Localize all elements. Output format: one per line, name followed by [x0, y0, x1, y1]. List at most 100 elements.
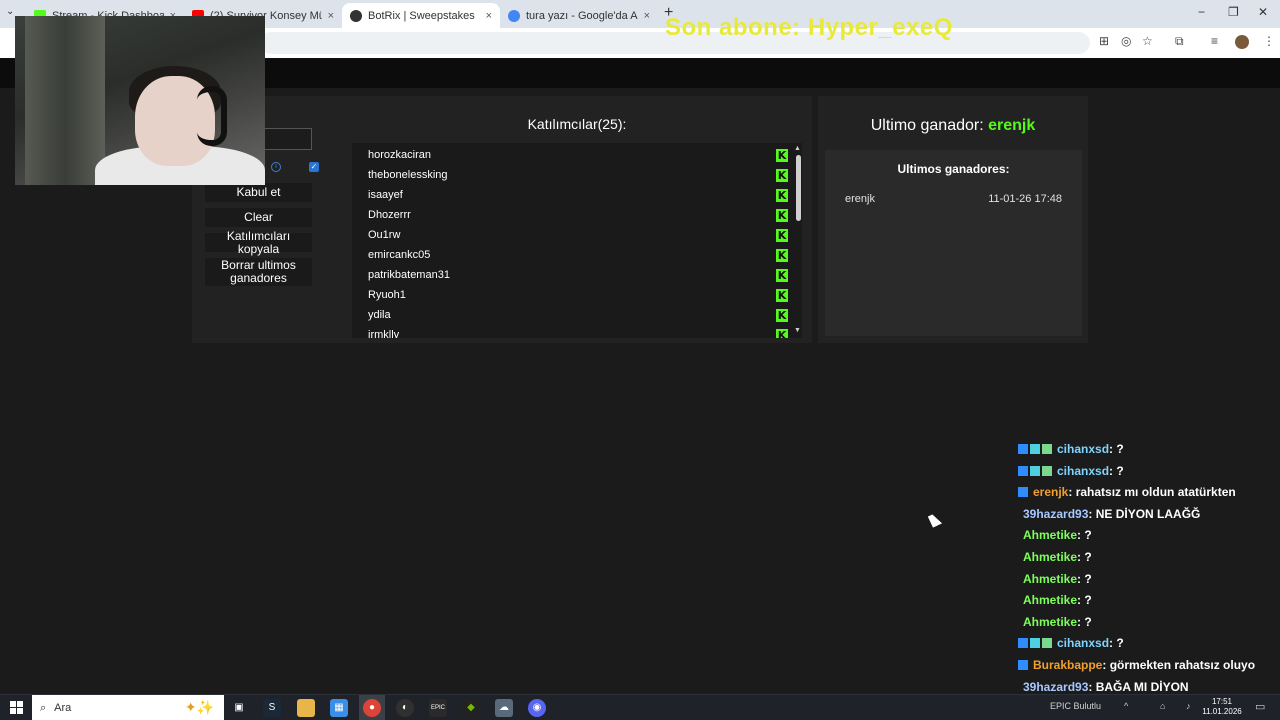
- volume-icon[interactable]: ♪: [1186, 701, 1191, 711]
- profile-avatar[interactable]: [1235, 35, 1249, 49]
- participant-name: emircankc05: [368, 249, 431, 261]
- chat-message: 39hazard93 : NE DİYON LAAĞĞ: [1018, 505, 1200, 523]
- last-subscriber-overlay: Son abone: Hyper_exeQ: [665, 14, 953, 41]
- participants-scrollbar[interactable]: [794, 143, 802, 338]
- copy-participants-button[interactable]: Katılımcıları kopyala: [205, 229, 312, 255]
- translate-icon[interactable]: ⊞: [1099, 34, 1109, 48]
- chat-username: Ahmetike: [1023, 614, 1078, 629]
- chat-message: cihanxsd : ?: [1018, 462, 1124, 480]
- clock-time: 17:51: [1211, 697, 1233, 706]
- accept-button[interactable]: Kabul et: [205, 183, 312, 202]
- tab-botrix[interactable]: BotRix | Sweepstakes ×: [342, 3, 500, 28]
- kick-platform-icon: K: [776, 228, 788, 242]
- participant-name: thebonelessking: [368, 169, 448, 181]
- participant-name: irmklly: [368, 329, 400, 338]
- bookmark-star-icon[interactable]: ☆: [1142, 34, 1153, 48]
- start-button[interactable]: [10, 701, 23, 714]
- tab-google[interactable]: tura yazı - Google'da Ara ×: [500, 3, 658, 28]
- last-winner-name: erenjk: [988, 117, 1036, 134]
- participants-list[interactable]: horozkaciran K thebonelessking K isaayef…: [352, 143, 802, 338]
- option-checkbox[interactable]: ✓: [309, 162, 319, 172]
- chat-message: 39hazard93 : BAĞA MI DİYON: [1018, 678, 1189, 696]
- epic-games-icon[interactable]: EPIC: [429, 699, 447, 717]
- chat-username: 39hazard93: [1023, 679, 1089, 694]
- scroll-down-arrow-icon[interactable]: ▼: [794, 327, 801, 334]
- kick-platform-icon: K: [776, 328, 788, 338]
- restore-button[interactable]: ❐: [1228, 5, 1239, 19]
- clear-button[interactable]: Clear: [205, 208, 312, 227]
- tab-label: tura yazı - Google'da Ara: [526, 9, 638, 22]
- chat-message: Ahmetike : ?: [1018, 548, 1092, 566]
- chat-message: Ahmetike : ?: [1018, 526, 1092, 544]
- chat-username: cihanxsd: [1057, 636, 1110, 651]
- extensions-icon[interactable]: ⧉: [1175, 34, 1184, 49]
- tab-close-icon[interactable]: ×: [644, 10, 650, 22]
- chat-text: : NE DİYON LAAĞĞ: [1088, 506, 1201, 521]
- last-winners-box: Ultimos ganadores: erenjk 11-01-26 17:48: [825, 150, 1082, 336]
- winner-row-name: erenjk: [845, 193, 875, 205]
- chrome-icon[interactable]: ●: [363, 699, 381, 717]
- discord-icon[interactable]: ◉: [528, 699, 546, 717]
- chat-text: : görmekten rahatsız oluyo: [1102, 658, 1256, 672]
- chat-text: : ?: [1109, 636, 1124, 651]
- search-icon: ⌕: [40, 701, 47, 714]
- nvidia-icon[interactable]: ◆: [462, 699, 480, 717]
- eye-off-icon[interactable]: ◎: [1121, 34, 1131, 48]
- store-icon[interactable]: ▦: [330, 699, 348, 717]
- kick-platform-icon: K: [776, 248, 788, 262]
- media-controls-icon[interactable]: ≡: [1211, 34, 1218, 48]
- app-icon[interactable]: ☁: [495, 699, 513, 717]
- participant-name: horozkaciran: [368, 149, 431, 161]
- scroll-up-arrow-icon[interactable]: ▲: [794, 145, 801, 152]
- network-icon[interactable]: ⌂: [1160, 701, 1165, 711]
- clear-last-winners-button[interactable]: Borrar ultimos ganadores: [205, 258, 312, 286]
- window-close-button[interactable]: ✕: [1258, 5, 1268, 19]
- menu-icon[interactable]: ⋮: [1263, 34, 1275, 48]
- participant-row: isaayef K: [368, 185, 788, 205]
- chat-badge-icon: [1042, 465, 1052, 476]
- keyword-input[interactable]: [262, 128, 312, 150]
- chat-username: erenjk: [1033, 485, 1069, 500]
- chat-text: : ?: [1077, 614, 1092, 629]
- minimize-button[interactable]: −: [1198, 5, 1205, 19]
- tab-close-icon[interactable]: ×: [328, 10, 334, 22]
- notifications-icon[interactable]: ▭: [1255, 700, 1265, 713]
- tray-weather-text[interactable]: EPIC Bulutlu: [1050, 701, 1101, 711]
- windows-taskbar: ⌕ Ara ✦✨ ▣ S ▦ ● ◐ EPIC ◆ ☁ ◉ EPIC Bulut…: [0, 694, 1280, 720]
- kick-platform-icon: K: [776, 268, 788, 282]
- botrix-favicon-icon: [350, 9, 362, 22]
- google-favicon-icon: [508, 9, 520, 22]
- mouse-cursor-icon: [927, 512, 943, 528]
- tab-search-chevron-icon[interactable]: ⌄: [6, 6, 14, 17]
- info-icon[interactable]: i: [271, 162, 281, 172]
- participant-row: Dhozerrr K: [368, 205, 788, 225]
- kick-platform-icon: K: [776, 208, 788, 222]
- participant-row: thebonelessking K: [368, 165, 788, 185]
- participant-name: patrikbateman31: [368, 269, 450, 281]
- chat-text: : ?: [1077, 571, 1092, 586]
- participant-row: horozkaciran K: [368, 145, 788, 165]
- kick-platform-icon: K: [776, 168, 788, 182]
- kick-platform-icon: K: [776, 148, 788, 162]
- steam-icon[interactable]: S: [263, 699, 281, 717]
- chat-badge-icon: [1018, 660, 1028, 670]
- tab-close-icon[interactable]: ×: [486, 10, 492, 22]
- webcam-overlay: [15, 16, 265, 185]
- kick-platform-icon: K: [776, 308, 788, 322]
- task-view-icon[interactable]: ▣: [230, 699, 248, 717]
- chat-text: : rahatsız mı oldun atatürkten: [1068, 485, 1236, 500]
- participant-name: Dhozerrr: [368, 209, 411, 221]
- chat-username: 39hazard93: [1023, 506, 1089, 521]
- chat-username: Ahmetike: [1023, 528, 1078, 543]
- chat-text: : ?: [1109, 442, 1124, 456]
- file-explorer-icon[interactable]: [297, 699, 315, 717]
- taskbar-search[interactable]: ⌕ Ara ✦✨: [32, 695, 224, 720]
- tray-chevron-icon[interactable]: ^: [1124, 701, 1128, 711]
- obs-icon[interactable]: ◐: [396, 699, 414, 717]
- scrollbar-thumb[interactable]: [796, 155, 801, 221]
- screen: ⌄ Stream - Kick Dashboard × (2) Survivor…: [0, 0, 1280, 720]
- chat-badge-icon: [1018, 465, 1028, 476]
- kick-platform-icon: K: [776, 188, 788, 202]
- taskbar-clock[interactable]: 17:51 11.01.2026: [1202, 697, 1242, 717]
- participant-name: Ryuoh1: [368, 289, 406, 301]
